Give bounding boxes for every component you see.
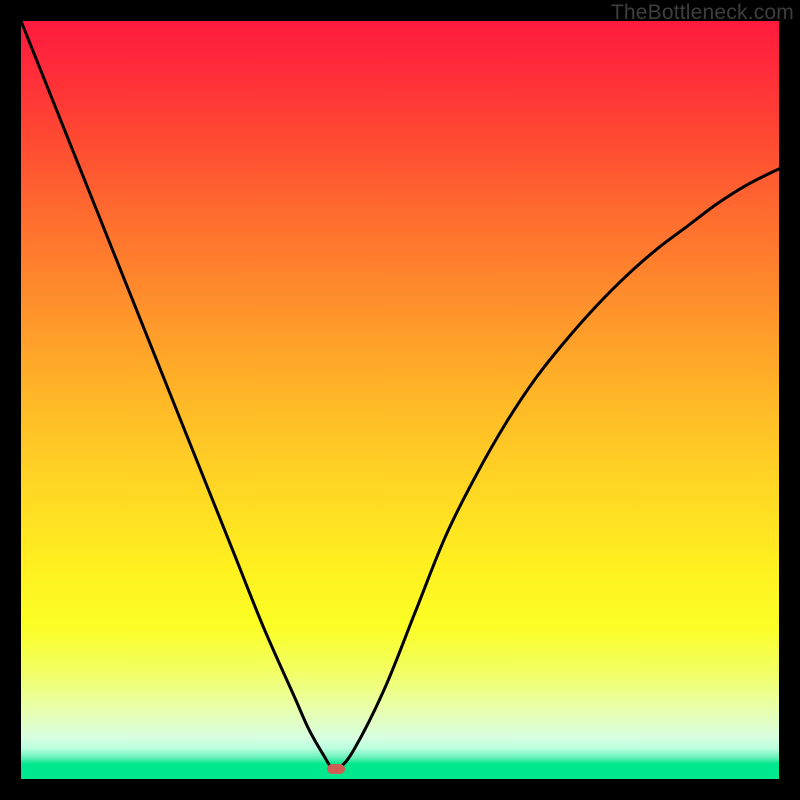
curve-svg: [21, 21, 779, 779]
minimum-marker: [327, 764, 345, 774]
chart-frame: TheBottleneck.com: [0, 0, 800, 800]
plot-area: [21, 21, 779, 779]
curve-path: [21, 21, 779, 770]
